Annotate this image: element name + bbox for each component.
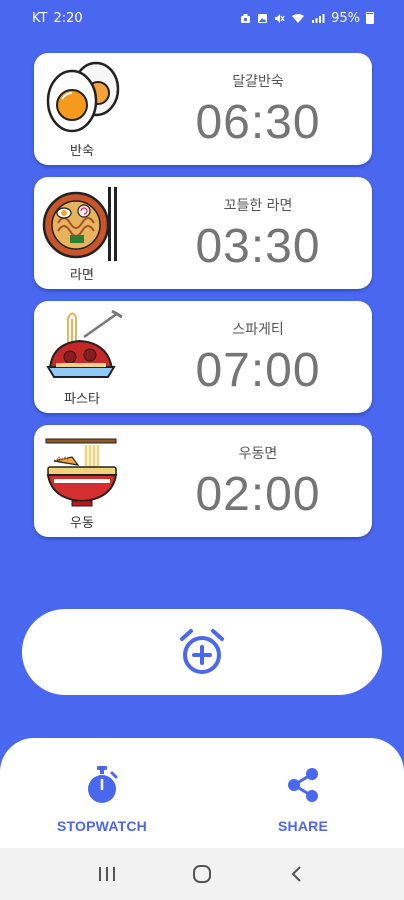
timer-name: 달걀반숙 bbox=[232, 74, 284, 90]
wifi-icon bbox=[292, 13, 305, 23]
gallery-icon bbox=[258, 13, 268, 23]
timer-card-pasta[interactable]: 파스타 스파게티 07:00 bbox=[34, 301, 372, 413]
share-button[interactable]: SHARE bbox=[243, 766, 363, 834]
add-timer-button[interactable] bbox=[22, 609, 382, 695]
battery-icon bbox=[366, 12, 374, 24]
back-button[interactable] bbox=[277, 854, 317, 894]
boiled-egg-icon bbox=[46, 61, 120, 133]
status-bar: KT 2:20 95% bbox=[0, 0, 404, 36]
spaghetti-icon bbox=[46, 309, 122, 378]
clock: 2:20 bbox=[53, 10, 83, 26]
timer-time: 06:30 bbox=[195, 96, 321, 149]
recent-apps-button[interactable] bbox=[87, 854, 127, 894]
timer-time: 02:00 bbox=[195, 468, 321, 521]
mute-icon bbox=[275, 13, 285, 23]
food-label: 반숙 bbox=[70, 144, 94, 159]
carrier: KT bbox=[32, 10, 48, 26]
bottom-toolbar: STOPWATCH SHARE bbox=[0, 738, 404, 850]
stopwatch-button[interactable]: STOPWATCH bbox=[42, 766, 162, 834]
recent-apps-icon bbox=[99, 867, 116, 881]
timer-time: 07:00 bbox=[195, 344, 321, 397]
back-icon bbox=[291, 866, 301, 882]
food-label: 파스타 bbox=[64, 392, 100, 407]
battery-percent: 95% bbox=[331, 10, 360, 26]
system-nav-bar bbox=[0, 848, 404, 900]
timer-card-udon[interactable]: 우동 우동면 02:00 bbox=[34, 425, 372, 537]
share-label: SHARE bbox=[277, 818, 328, 834]
ramen-icon bbox=[42, 187, 117, 261]
timer-name: 우동면 bbox=[238, 446, 278, 462]
home-icon bbox=[192, 865, 211, 883]
food-label: 라면 bbox=[70, 268, 94, 283]
camera-icon bbox=[241, 13, 251, 23]
timer-time: 03:30 bbox=[195, 220, 321, 273]
share-icon bbox=[288, 768, 318, 802]
timer-card-ramen[interactable]: 라면 꼬들한 라면 03:30 bbox=[34, 177, 372, 289]
stopwatch-icon bbox=[88, 766, 118, 803]
home-button[interactable] bbox=[182, 854, 222, 894]
timer-name: 꼬들한 라면 bbox=[223, 198, 293, 214]
udon-icon bbox=[45, 438, 118, 507]
signal-icon bbox=[312, 13, 325, 23]
alarm-add-icon bbox=[180, 629, 224, 674]
timer-card-egg[interactable]: 반숙 달걀반숙 06:30 bbox=[34, 53, 372, 165]
stopwatch-label: STOPWATCH bbox=[57, 818, 147, 834]
food-label: 우동 bbox=[70, 516, 94, 531]
timer-name: 스파게티 bbox=[232, 322, 284, 338]
